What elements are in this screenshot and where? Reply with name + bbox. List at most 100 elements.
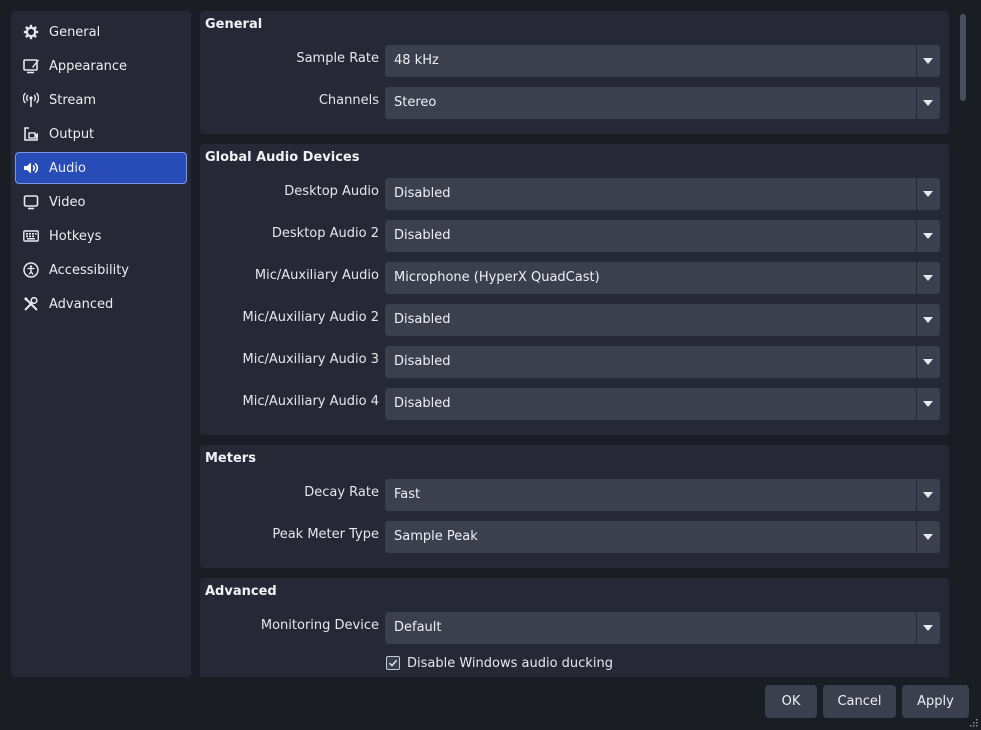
- select-value: Disabled: [394, 312, 451, 327]
- field-label: Mic/Auxiliary Audio: [254, 268, 379, 283]
- chevron-down-icon: [923, 625, 933, 631]
- meters-group: Meters Decay Rate Fast Peak Meter Type S…: [200, 445, 949, 568]
- output-icon: [22, 125, 40, 143]
- channels-row: Channels Stereo: [200, 87, 949, 119]
- mic-aux-audio-3-select[interactable]: Disabled: [385, 346, 940, 378]
- chevron-down-icon: [923, 359, 933, 365]
- field-label: Monitoring Device: [260, 618, 379, 633]
- select-divider: [916, 612, 917, 644]
- chevron-down-icon: [923, 275, 933, 281]
- select-divider: [916, 346, 917, 378]
- select-value: Sample Peak: [394, 529, 478, 544]
- chevron-down-icon: [923, 492, 933, 498]
- sidebar-item-label: General: [49, 24, 101, 40]
- sample-rate-row: Sample Rate 48 kHz: [200, 45, 949, 77]
- sidebar-item-label: Appearance: [49, 58, 128, 74]
- group-title: Global Audio Devices: [205, 150, 360, 165]
- sidebar-item-label: Video: [49, 194, 86, 210]
- peak-meter-type-select[interactable]: Sample Peak: [385, 521, 940, 553]
- chevron-down-icon: [923, 191, 933, 197]
- checkbox-label: Disable Windows audio ducking: [407, 655, 613, 671]
- desktop-audio-2-select[interactable]: Disabled: [385, 220, 940, 252]
- tools-icon: [22, 295, 40, 313]
- group-title: Advanced: [205, 584, 277, 599]
- field-label: Mic/Auxiliary Audio 3: [242, 352, 379, 367]
- group-title: Meters: [205, 451, 256, 466]
- global-audio-devices-group: Global Audio Devices Desktop Audio Disab…: [200, 144, 949, 435]
- disable-audio-ducking-checkbox[interactable]: [386, 656, 400, 670]
- sidebar-item-stream[interactable]: Stream: [15, 84, 187, 116]
- group-title: General: [205, 17, 263, 32]
- select-value: Default: [394, 620, 442, 635]
- chevron-down-icon: [923, 58, 933, 64]
- sidebar-item-label: Advanced: [49, 296, 114, 312]
- select-value: Fast: [394, 487, 421, 502]
- select-value: Disabled: [394, 186, 451, 201]
- select-value: Microphone (HyperX QuadCast): [394, 270, 600, 285]
- content-scrollbar[interactable]: [957, 11, 969, 677]
- sidebar-item-label: Stream: [49, 92, 97, 108]
- select-divider: [916, 178, 917, 210]
- monitoring-device-row: Monitoring Device Default: [200, 612, 949, 644]
- sidebar-item-label: Audio: [49, 160, 86, 176]
- mic-aux-audio-3-row: Mic/Auxiliary Audio 3 Disabled: [200, 346, 949, 378]
- select-divider: [916, 479, 917, 511]
- field-label: Peak Meter Type: [272, 527, 379, 542]
- sidebar-item-advanced[interactable]: Advanced: [15, 288, 187, 320]
- select-divider: [916, 304, 917, 336]
- select-value: Disabled: [394, 228, 451, 243]
- sidebar-item-accessibility[interactable]: Accessibility: [15, 254, 187, 286]
- mic-aux-audio-4-select[interactable]: Disabled: [385, 388, 940, 420]
- field-label: Decay Rate: [304, 485, 379, 500]
- sidebar-item-hotkeys[interactable]: Hotkeys: [15, 220, 187, 252]
- sidebar-item-video[interactable]: Video: [15, 186, 187, 218]
- field-label: Mic/Auxiliary Audio 2: [242, 310, 379, 325]
- chevron-down-icon: [923, 317, 933, 323]
- monitoring-device-select[interactable]: Default: [385, 612, 940, 644]
- field-label: Sample Rate: [296, 51, 379, 66]
- sidebar-item-general[interactable]: General: [15, 16, 187, 48]
- cancel-button[interactable]: Cancel: [823, 685, 896, 718]
- desktop-audio-select[interactable]: Disabled: [385, 178, 940, 210]
- select-divider: [916, 388, 917, 420]
- field-label: Desktop Audio 2: [271, 226, 379, 241]
- chevron-down-icon: [923, 401, 933, 407]
- desktop-audio-row: Desktop Audio Disabled: [200, 178, 949, 210]
- select-value: Disabled: [394, 354, 451, 369]
- settings-sidebar: General Appearance Stream Output Audio V…: [11, 11, 191, 677]
- channels-select[interactable]: Stereo: [385, 87, 940, 119]
- chevron-down-icon: [923, 100, 933, 106]
- sample-rate-select[interactable]: 48 kHz: [385, 45, 940, 77]
- mic-aux-audio-row: Mic/Auxiliary Audio Microphone (HyperX Q…: [200, 262, 949, 294]
- sidebar-item-audio[interactable]: Audio: [15, 152, 187, 184]
- select-value: Stereo: [394, 95, 437, 110]
- speaker-icon: [22, 159, 40, 177]
- advanced-group: Advanced Monitoring Device Default Disab…: [200, 578, 949, 677]
- appearance-icon: [22, 57, 40, 75]
- settings-content: General Sample Rate 48 kHz Channels Ster…: [200, 11, 949, 677]
- decay-rate-select[interactable]: Fast: [385, 479, 940, 511]
- chevron-down-icon: [923, 233, 933, 239]
- select-divider: [916, 220, 917, 252]
- resize-grip-icon[interactable]: [970, 719, 978, 727]
- ok-button[interactable]: OK: [765, 685, 817, 718]
- sidebar-item-label: Output: [49, 126, 95, 142]
- field-label: Mic/Auxiliary Audio 4: [242, 394, 379, 409]
- disable-audio-ducking-checkbox-row[interactable]: Disable Windows audio ducking: [386, 653, 613, 673]
- accessibility-icon: [22, 261, 40, 279]
- keyboard-icon: [22, 227, 40, 245]
- sidebar-item-appearance[interactable]: Appearance: [15, 50, 187, 82]
- decay-rate-row: Decay Rate Fast: [200, 479, 949, 511]
- sidebar-item-output[interactable]: Output: [15, 118, 187, 150]
- apply-button[interactable]: Apply: [902, 685, 969, 718]
- field-label: Channels: [318, 93, 379, 108]
- field-label: Desktop Audio: [284, 184, 379, 199]
- mic-aux-audio-select[interactable]: Microphone (HyperX QuadCast): [385, 262, 940, 294]
- mic-aux-audio-4-row: Mic/Auxiliary Audio 4 Disabled: [200, 388, 949, 420]
- mic-aux-audio-2-select[interactable]: Disabled: [385, 304, 940, 336]
- select-value: 48 kHz: [394, 53, 439, 68]
- scrollbar-thumb[interactable]: [960, 14, 966, 101]
- monitor-icon: [22, 193, 40, 211]
- antenna-icon: [22, 91, 40, 109]
- checkmark-icon: [388, 659, 398, 667]
